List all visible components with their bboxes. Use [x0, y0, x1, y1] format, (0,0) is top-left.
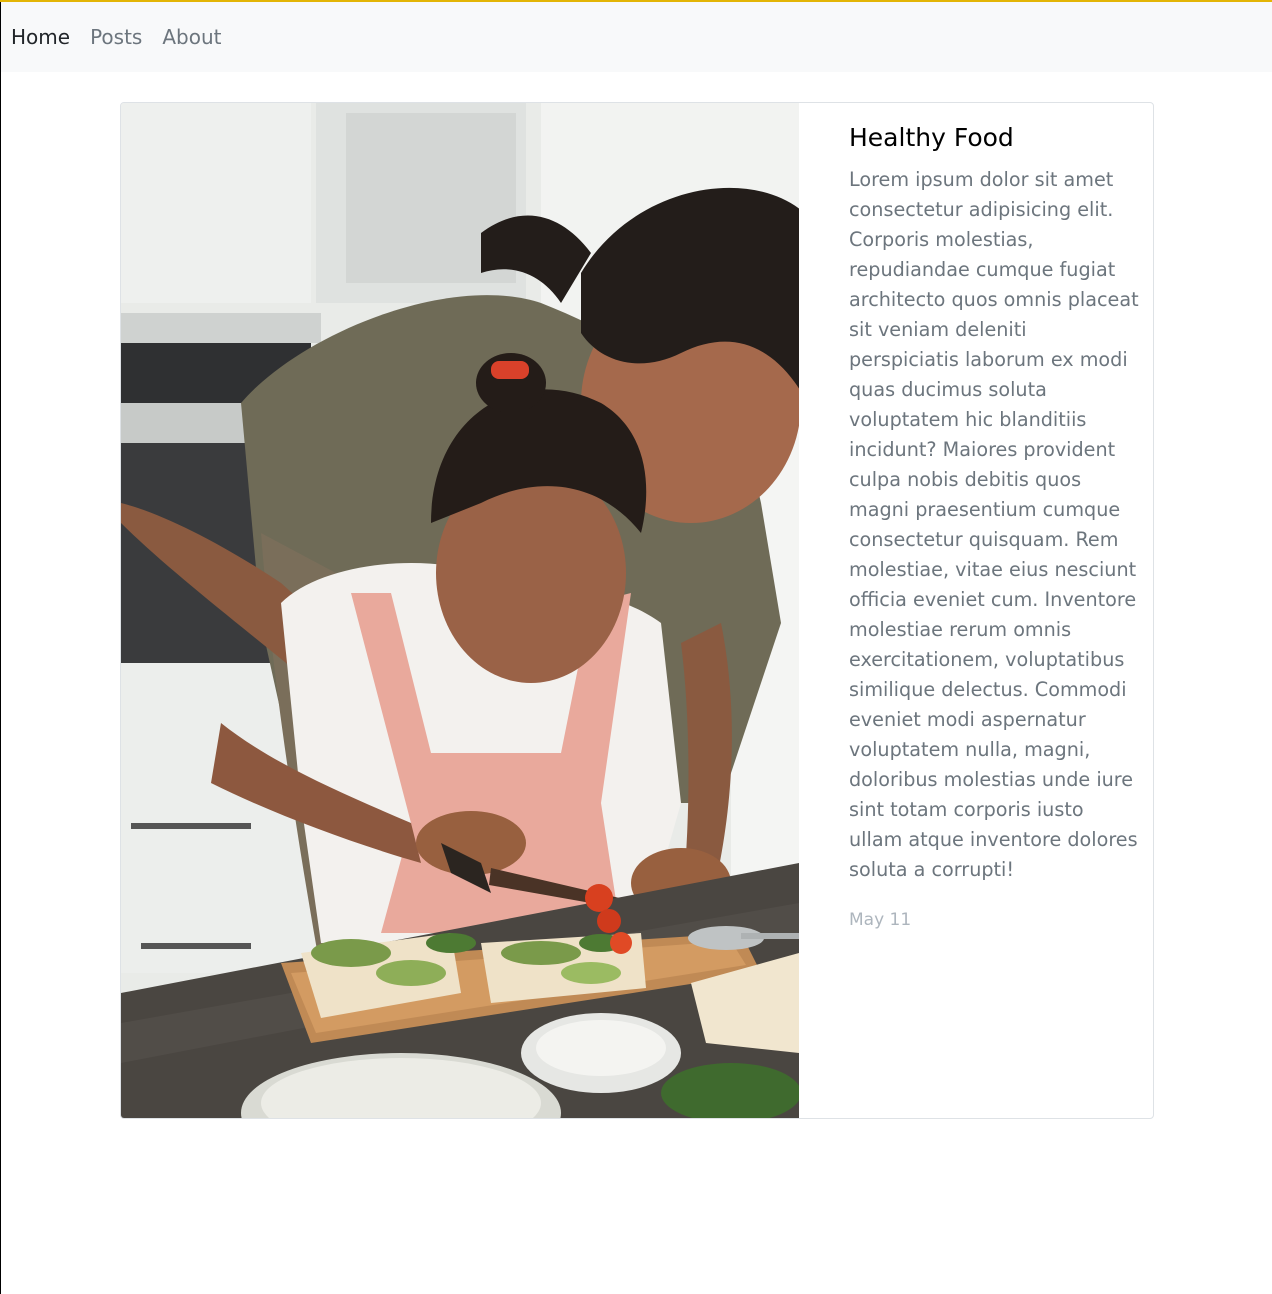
post-card-body: Healthy Food Lorem ipsum dolor sit amet …	[849, 121, 1139, 930]
nav-link-about[interactable]: About	[162, 25, 221, 49]
navbar: Home Posts About	[1, 2, 1272, 72]
post-card: Healthy Food Lorem ipsum dolor sit amet …	[120, 102, 1154, 1119]
post-date: May 11	[849, 910, 912, 930]
nav-link-home[interactable]: Home	[11, 25, 70, 49]
nav-link-posts[interactable]: Posts	[90, 25, 142, 49]
post-image	[121, 103, 799, 1118]
post-excerpt: Lorem ipsum dolor sit amet consectetur a…	[849, 168, 1139, 881]
post-title[interactable]: Healthy Food	[849, 121, 1139, 155]
